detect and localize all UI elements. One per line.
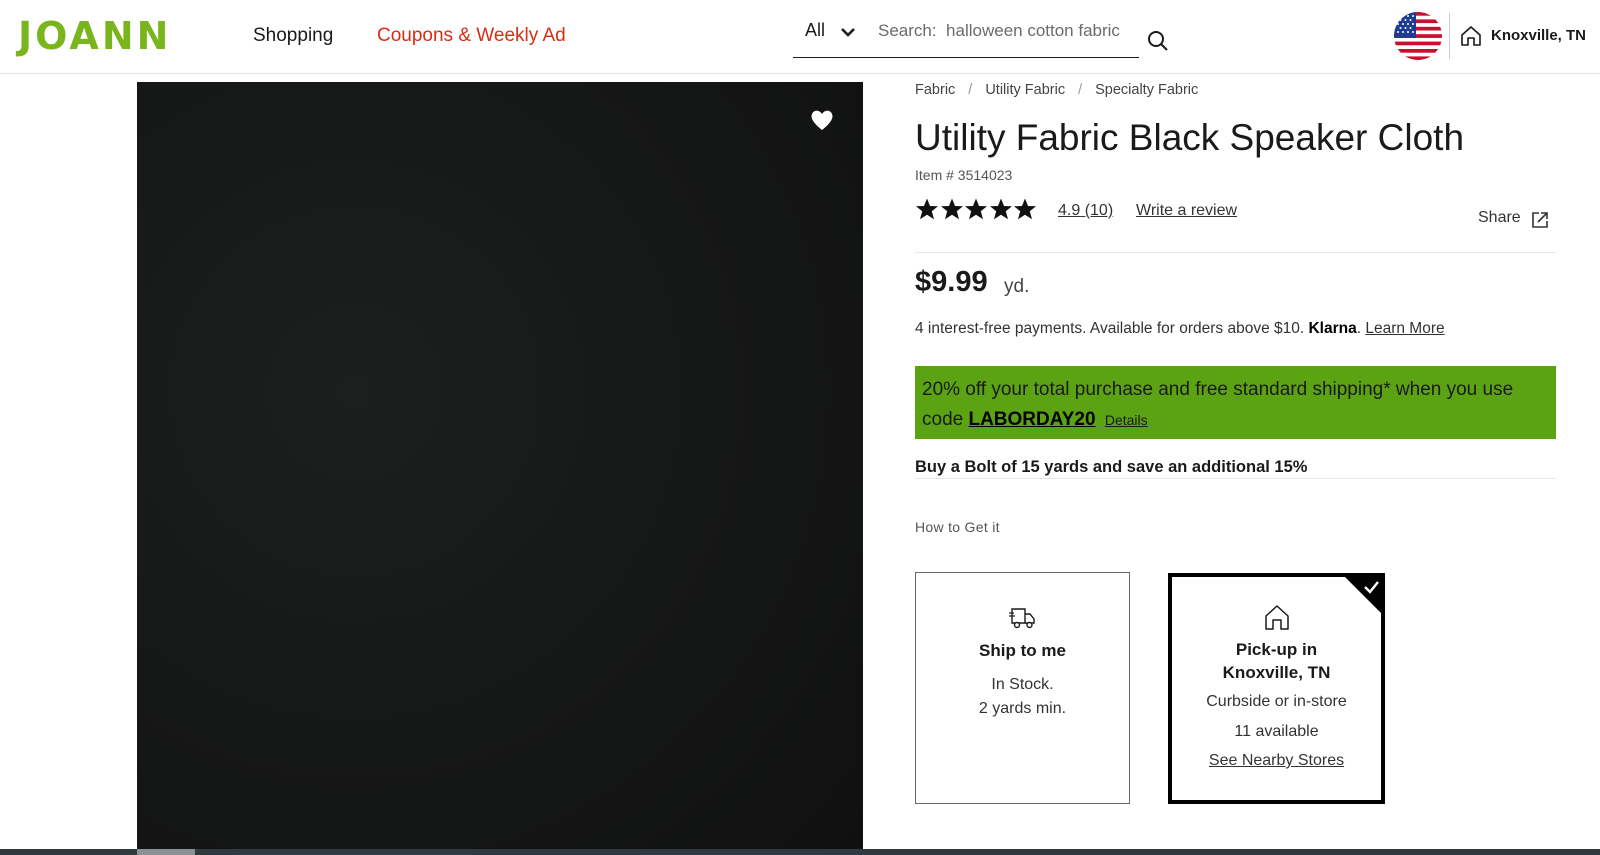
pickup-title-line1: Pick-up in: [1235, 640, 1318, 659]
divider: [915, 252, 1556, 253]
ship-minimum: 2 yards min.: [978, 700, 1067, 717]
rating-link[interactable]: 4.9 (10): [1058, 202, 1113, 220]
see-nearby-stores-link[interactable]: See Nearby Stores: [1172, 749, 1381, 773]
ship-stock-status: In Stock.: [991, 676, 1054, 693]
selected-store[interactable]: Knoxville, TN: [1491, 27, 1586, 44]
share-icon[interactable]: [1530, 210, 1550, 230]
product-image[interactable]: [137, 82, 863, 855]
divider: [915, 478, 1556, 479]
search-category-select[interactable]: All: [805, 20, 825, 41]
price-unit: yd.: [1004, 276, 1030, 297]
write-review-link[interactable]: Write a review: [1136, 202, 1237, 220]
breadcrumb-item-specialty-fabric[interactable]: Specialty Fabric: [1095, 82, 1198, 98]
klarna-brand: Klarna: [1308, 320, 1357, 337]
nav-shopping[interactable]: Shopping: [253, 24, 333, 48]
bolt-offer: Buy a Bolt of 15 yards and save an addit…: [915, 458, 1308, 476]
image-carousel-indicator[interactable]: [137, 849, 195, 855]
promo-message: 20% off your total purchase and free sta…: [922, 375, 1549, 435]
how-to-get-heading: How to Get it: [915, 519, 1000, 535]
klarna-learn-more-link[interactable]: Learn More: [1365, 320, 1444, 337]
search-icon[interactable]: [1145, 28, 1171, 54]
share-button[interactable]: Share: [1478, 209, 1521, 227]
site-header: JOANN Shopping Coupons & Weekly Ad All S…: [0, 0, 1600, 74]
star-icon: [965, 198, 987, 220]
rating-count: (10): [1084, 202, 1114, 219]
breadcrumb-item-fabric[interactable]: Fabric: [915, 82, 955, 98]
star-icon: [1014, 198, 1036, 220]
ship-to-me-option[interactable]: Ship to me In Stock. 2 yards min.: [915, 572, 1130, 804]
klarna-message: 4 interest-free payments. Available for …: [915, 320, 1445, 337]
us-flag-icon[interactable]: [1394, 12, 1442, 60]
store-icon[interactable]: [1459, 24, 1483, 48]
breadcrumb: Fabric / Utility Fabric / Specialty Fabr…: [915, 82, 1198, 98]
pickup-availability: 11 available: [1234, 723, 1319, 740]
pickup-title-line2: Knoxville, TN: [1222, 663, 1331, 682]
breadcrumb-item-utility-fabric[interactable]: Utility Fabric: [985, 82, 1065, 98]
header-divider: [1449, 13, 1450, 59]
ship-title: Ship to me: [979, 641, 1066, 660]
promo-details-link[interactable]: Details: [1105, 412, 1148, 428]
pickup-title: Pick-up in Knoxville, TN: [1172, 638, 1381, 684]
star-icon: [940, 198, 963, 220]
heart-icon[interactable]: [808, 106, 836, 134]
chevron-down-icon[interactable]: [838, 26, 858, 40]
pickup-option[interactable]: Pick-up in Knoxville, TN Curbside or in-…: [1168, 573, 1385, 804]
breadcrumb-separator: /: [968, 82, 973, 98]
rating-score: 4.9: [1058, 202, 1081, 219]
item-number: Item # 3514023: [915, 167, 1013, 183]
store-icon: [1264, 605, 1289, 630]
rating-stars[interactable]: [915, 197, 1038, 221]
bottom-scroll-track: [0, 849, 1600, 855]
promo-code[interactable]: LABORDAY20: [968, 409, 1095, 430]
search-label: Search: halloween cotton fabric: [878, 21, 1120, 40]
breadcrumb-separator: /: [1078, 82, 1083, 98]
search-input[interactable]: halloween cotton fabric: [946, 21, 1120, 40]
star-icon: [916, 198, 938, 220]
product-price: $9.99: [915, 266, 988, 298]
product-title: Utility Fabric Black Speaker Cloth: [915, 117, 1465, 158]
checkmark-icon: [1341, 573, 1385, 617]
promo-banner: 20% off your total purchase and free sta…: [915, 366, 1556, 439]
star-icon: [989, 198, 1012, 220]
truck-icon: [1008, 608, 1035, 629]
klarna-text: 4 interest-free payments. Available for …: [915, 320, 1305, 337]
pickup-method: Curbside or in-store: [1206, 693, 1347, 710]
joann-logo[interactable]: JOANN: [18, 14, 171, 58]
search-bar: All Search: halloween cotton fabric: [793, 8, 1168, 58]
nav-coupons-weekly-ad[interactable]: Coupons & Weekly Ad: [377, 24, 566, 48]
